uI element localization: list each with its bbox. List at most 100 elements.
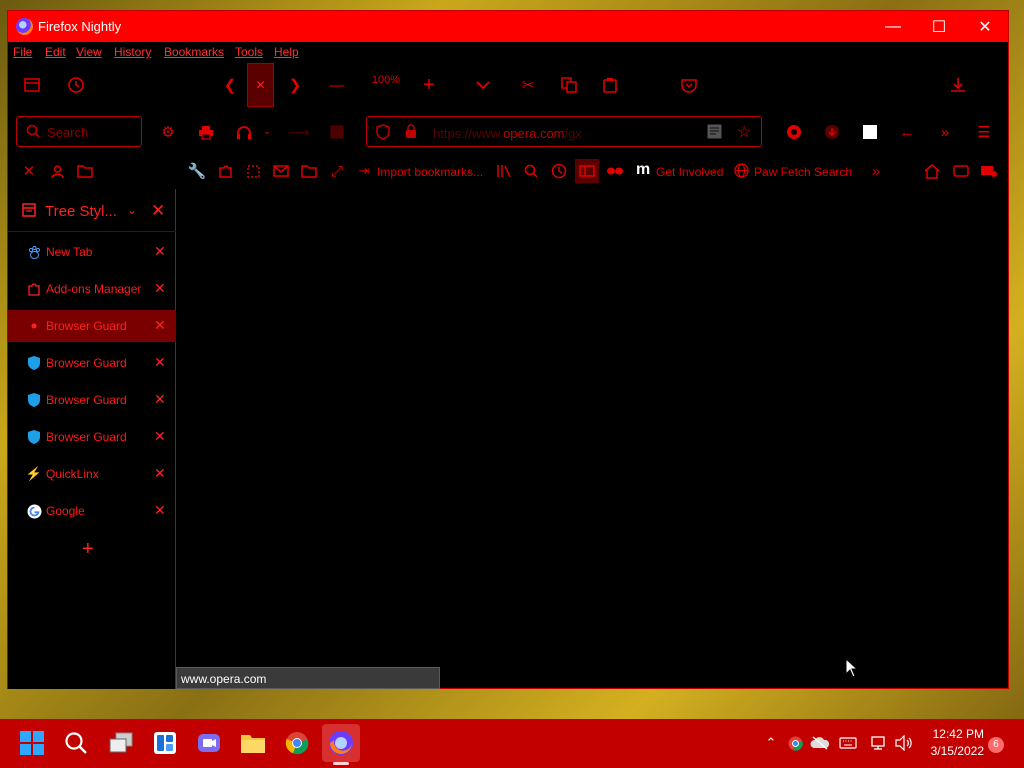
extension-container-icon[interactable] bbox=[978, 161, 1000, 181]
volume-icon[interactable] bbox=[892, 728, 916, 758]
network-icon[interactable] bbox=[867, 728, 891, 758]
chevron-down-icon[interactable]: ⌄ bbox=[127, 203, 137, 217]
star-icon[interactable]: ☆ bbox=[737, 122, 751, 142]
gear-icon[interactable]: ⚙ bbox=[158, 122, 178, 142]
sidebar-tab-selected[interactable]: Browser Guard ✕ bbox=[8, 310, 176, 342]
folder-icon[interactable] bbox=[75, 161, 95, 181]
title-bar[interactable]: Firefox Nightly — ☐ ✕ bbox=[8, 11, 1008, 42]
minimize-button[interactable]: — bbox=[870, 11, 916, 42]
mail-icon[interactable] bbox=[271, 161, 291, 181]
sidebar-toggle-icon[interactable] bbox=[22, 75, 42, 95]
mask-icon[interactable] bbox=[605, 161, 625, 181]
folder-icon[interactable] bbox=[299, 161, 319, 181]
forward-arrow-icon[interactable]: ❯ bbox=[285, 75, 305, 95]
zoom-out-icon[interactable]: — bbox=[327, 75, 347, 95]
sidebar-tab[interactable]: New Tab ✕ bbox=[8, 236, 176, 268]
sidebar-title[interactable]: Tree Styl... bbox=[45, 203, 117, 220]
close-button[interactable]: ✕ bbox=[962, 11, 1008, 42]
chrome-tray-icon[interactable] bbox=[784, 728, 806, 758]
copy-icon[interactable] bbox=[559, 75, 579, 95]
import-icon[interactable]: ⇥ bbox=[356, 162, 372, 178]
keyboard-icon[interactable] bbox=[836, 728, 860, 758]
back-arrow-icon[interactable]: ❮ bbox=[220, 75, 240, 95]
menu-history[interactable]: History bbox=[114, 45, 151, 59]
paw-fetch-search-link[interactable]: Paw Fetch Search bbox=[754, 165, 852, 179]
system-clock[interactable]: 12:42 PM 3/15/2022 bbox=[920, 726, 984, 760]
reader-view-icon[interactable] bbox=[707, 124, 722, 144]
lock-icon[interactable] bbox=[405, 124, 417, 144]
chevron-down-icon[interactable]: ⌄ bbox=[261, 124, 273, 140]
menu-help[interactable]: Help bbox=[274, 45, 299, 59]
globe-icon[interactable] bbox=[733, 162, 749, 178]
expand-icon[interactable]: ⤢ bbox=[327, 161, 347, 181]
overflow-chevron-icon[interactable]: » bbox=[866, 161, 886, 181]
shield-icon[interactable] bbox=[376, 124, 390, 145]
headphones-icon[interactable] bbox=[234, 122, 254, 142]
overflow-chevron-icon[interactable]: » bbox=[935, 122, 955, 142]
url-text[interactable]: https://www.opera.com/gx bbox=[433, 126, 582, 141]
zoom-in-icon[interactable]: + bbox=[419, 75, 439, 95]
extension-red-icon[interactable] bbox=[784, 122, 804, 142]
notification-badge[interactable]: 6 bbox=[988, 737, 1004, 753]
print-icon[interactable] bbox=[196, 122, 216, 142]
firefox-nightly-taskbar-icon[interactable] bbox=[322, 724, 360, 762]
file-explorer-icon[interactable] bbox=[238, 728, 268, 758]
sidebar-tab[interactable]: Browser Guard ✕ bbox=[8, 384, 176, 416]
sidebar-tab[interactable]: Browser Guard ✕ bbox=[8, 347, 176, 379]
extension-white-icon[interactable] bbox=[860, 122, 880, 142]
sidebar-panel-icon[interactable] bbox=[575, 159, 599, 183]
close-tab-icon[interactable]: ✕ bbox=[154, 243, 166, 260]
search-icon[interactable] bbox=[521, 161, 541, 181]
task-view-icon[interactable] bbox=[106, 728, 136, 758]
get-involved-link[interactable]: Get Involved bbox=[656, 165, 723, 179]
menu-view[interactable]: View bbox=[76, 45, 102, 59]
close-tab-icon[interactable]: ✕ bbox=[154, 354, 166, 371]
pocket-icon[interactable] bbox=[679, 75, 699, 95]
history-icon[interactable] bbox=[66, 75, 86, 95]
wrench-icon[interactable]: 🔧 bbox=[187, 161, 207, 181]
library-icon[interactable] bbox=[494, 161, 514, 181]
close-tab-icon[interactable]: ✕ bbox=[154, 391, 166, 408]
screenshot-icon[interactable] bbox=[327, 122, 347, 142]
new-tab-plus-icon[interactable]: + bbox=[82, 538, 94, 561]
search-input[interactable]: Search bbox=[16, 116, 142, 147]
close-tab-icon[interactable]: ✕ bbox=[154, 280, 166, 297]
screenshot-crop-icon[interactable] bbox=[243, 161, 263, 181]
menu-tools[interactable]: Tools bbox=[235, 45, 263, 59]
close-tab-icon[interactable]: ✕ bbox=[154, 465, 166, 482]
search-icon[interactable] bbox=[61, 728, 91, 758]
maximize-button[interactable]: ☐ bbox=[916, 11, 962, 42]
chrome-icon[interactable] bbox=[282, 728, 312, 758]
m-logo-icon[interactable]: m bbox=[636, 161, 650, 179]
extension-download-icon[interactable] bbox=[822, 122, 842, 142]
window-icon[interactable] bbox=[951, 161, 971, 181]
profile-icon[interactable] bbox=[47, 161, 67, 181]
close-icon[interactable]: ✕ bbox=[19, 161, 39, 181]
start-windows-icon[interactable] bbox=[17, 728, 47, 758]
import-bookmarks-link[interactable]: Import bookmarks... bbox=[377, 165, 483, 179]
close-tab-icon[interactable]: ✕ bbox=[154, 428, 166, 445]
sidebar-tab[interactable]: Google ✕ bbox=[8, 495, 176, 527]
menu-file[interactable]: File bbox=[13, 45, 32, 59]
menu-bookmarks[interactable]: Bookmarks bbox=[164, 45, 224, 59]
back-arrow-icon[interactable]: ← bbox=[897, 122, 917, 142]
teams-chat-icon[interactable] bbox=[194, 728, 224, 758]
widgets-icon[interactable] bbox=[150, 728, 180, 758]
close-tab-icon[interactable]: ✕ bbox=[154, 317, 166, 334]
stop-button[interactable]: ✕ bbox=[247, 63, 274, 107]
chevron-up-icon[interactable]: ⌃ bbox=[760, 728, 782, 758]
close-tab-icon[interactable]: ✕ bbox=[154, 502, 166, 519]
home-icon[interactable] bbox=[922, 161, 942, 181]
paste-icon[interactable] bbox=[600, 75, 620, 95]
close-sidebar-icon[interactable]: ✕ bbox=[151, 201, 165, 221]
clock-icon[interactable] bbox=[549, 161, 569, 181]
menu-edit[interactable]: Edit bbox=[45, 45, 66, 59]
sidebar-tab[interactable]: Browser Guard ✕ bbox=[8, 421, 176, 453]
hamburger-menu-icon[interactable]: ☰ bbox=[974, 122, 994, 142]
zoom-level[interactable]: 100% bbox=[366, 73, 406, 87]
puzzle-icon[interactable] bbox=[215, 161, 235, 181]
chevron-down-icon[interactable] bbox=[473, 75, 493, 95]
sidebar-tab[interactable]: ⚡ QuickLinx ✕ bbox=[8, 458, 176, 490]
cut-icon[interactable]: ✂ bbox=[518, 75, 538, 95]
url-bar[interactable]: https://www.opera.com/gx ☆ bbox=[366, 116, 762, 147]
